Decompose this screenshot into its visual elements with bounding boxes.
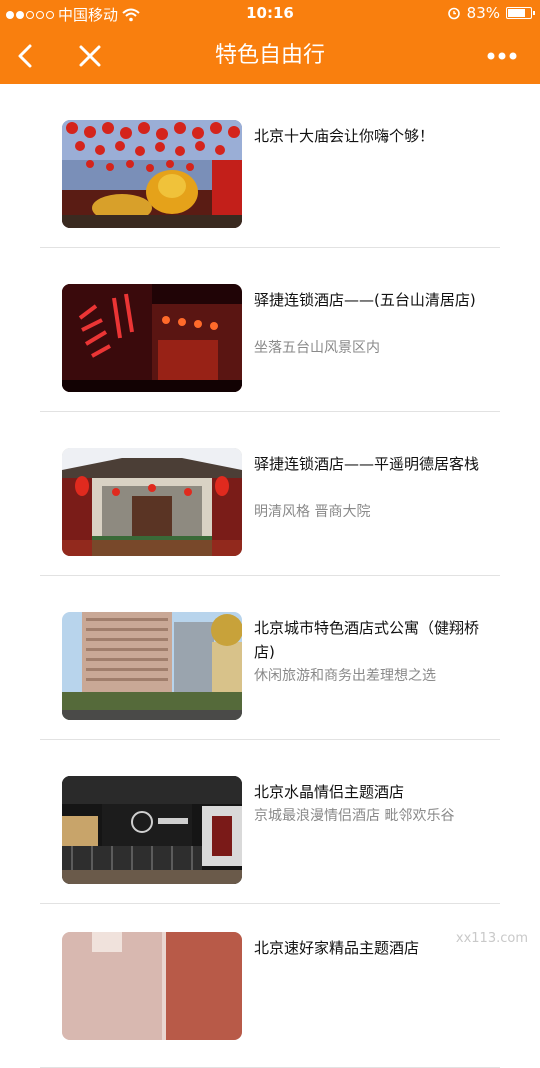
nav-bar: 特色自由行: [0, 28, 540, 84]
item-title: 北京水晶情侣主题酒店: [254, 780, 494, 804]
page-title: 特色自由行: [0, 28, 540, 84]
item-description: 明清风格 晋商大院: [254, 500, 494, 524]
more-button[interactable]: [482, 36, 522, 76]
item-description: 坐落五台山风景区内: [254, 336, 494, 360]
alarm-icon: [447, 6, 461, 20]
item-thumbnail: [62, 612, 242, 720]
item-thumbnail: [62, 448, 242, 556]
item-title: 驿捷连锁酒店——(五台山清居店): [254, 288, 494, 312]
status-right: 83%: [447, 4, 532, 22]
item-thumbnail: [62, 120, 242, 228]
item-title: 北京十大庙会让你嗨个够！: [254, 124, 494, 148]
more-icon: [487, 52, 517, 60]
hotel-list: 北京十大庙会让你嗨个够！ 驿捷连锁酒店——(五台山清居店) 坐落五台山风景区内: [0, 84, 540, 1068]
list-item[interactable]: 北京城市特色酒店式公寓（健翔桥店) 休闲旅游和商务出差理想之选: [40, 576, 500, 740]
list-item[interactable]: 驿捷连锁酒店——(五台山清居店) 坐落五台山风景区内: [40, 248, 500, 412]
item-description: 京城最浪漫情侣酒店 毗邻欢乐谷: [254, 804, 494, 828]
item-title: 驿捷连锁酒店——平遥明德居客栈: [254, 452, 494, 476]
list-item[interactable]: 驿捷连锁酒店——平遥明德居客栈 明清风格 晋商大院: [40, 412, 500, 576]
list-item[interactable]: 北京水晶情侣主题酒店 京城最浪漫情侣酒店 毗邻欢乐谷: [40, 740, 500, 904]
battery-level: [508, 9, 525, 17]
item-title: 北京城市特色酒店式公寓（健翔桥店): [254, 616, 494, 664]
item-thumbnail: [62, 776, 242, 884]
list-item[interactable]: 北京速好家精品主题酒店: [40, 904, 500, 1068]
battery-percent: 83%: [467, 4, 500, 22]
battery-icon: [506, 7, 532, 19]
watermark: xx113.com: [456, 931, 528, 946]
item-description: 休闲旅游和商务出差理想之选: [254, 664, 494, 688]
list-item[interactable]: 北京十大庙会让你嗨个够！: [40, 84, 500, 248]
item-thumbnail: [62, 284, 242, 392]
item-thumbnail: [62, 932, 242, 1040]
status-bar: 中国移动 10:16 83%: [0, 0, 540, 28]
